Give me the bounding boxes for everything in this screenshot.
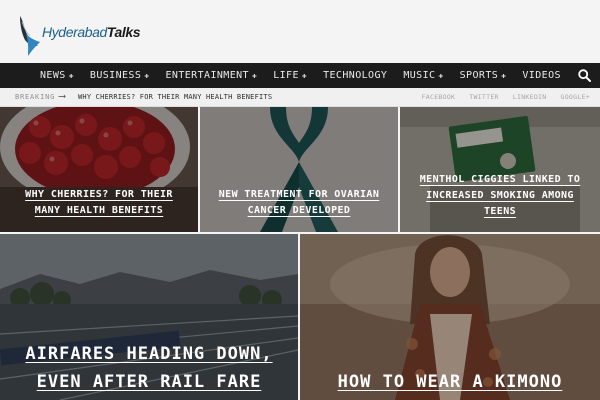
article-title[interactable]: AIRFARES HEADING DOWN, EVEN AFTER RAIL F… xyxy=(12,340,286,396)
social-link-linkedin[interactable]: LINKEDIN xyxy=(513,93,547,101)
article-title-text: MENTHOL CIGGIES LINKED TO INCREASED SMOK… xyxy=(419,174,581,217)
nav-item-music[interactable]: MUSIC ✚ xyxy=(403,70,443,81)
site-wordmark: HyderabadTalks xyxy=(42,24,141,40)
article-title-text: HOW TO WEAR A KIMONO xyxy=(337,372,563,392)
nav-item-label: SPORTS xyxy=(459,70,499,81)
featured-article-card-large[interactable]: AIRFARES HEADING DOWN, EVEN AFTER RAIL F… xyxy=(0,234,298,400)
wordmark-part-2: Talks xyxy=(106,24,141,40)
article-title[interactable]: HOW TO WEAR A KIMONO xyxy=(310,368,590,396)
article-title-text: AIRFARES HEADING DOWN, EVEN AFTER RAIL F… xyxy=(25,344,273,392)
featured-article-card[interactable]: NEW TREATMENT FOR OVARIAN CANCER DEVELOP… xyxy=(200,107,398,232)
article-title[interactable]: MENTHOL CIGGIES LINKED TO INCREASED SMOK… xyxy=(410,172,590,220)
wordmark-part-1: Hyderabad xyxy=(42,24,107,40)
plus-icon: ✚ xyxy=(438,71,444,80)
site-header: HyderabadTalks xyxy=(0,0,600,63)
nav-item-label: LIFE xyxy=(273,70,299,81)
article-title-text: WHY CHERRIES? FOR THEIR MANY HEALTH BENE… xyxy=(25,189,173,216)
plus-icon: ✚ xyxy=(251,71,258,80)
nav-item-life[interactable]: LIFE ✚ xyxy=(273,70,307,81)
nav-item-sports[interactable]: SPORTS ✚ xyxy=(460,70,507,81)
nav-item-label: VIDEOS xyxy=(522,70,561,81)
nav-menu: NEWS ✚ BUSINESS ✚ ENTERTAINMENT ✚ LIFE ✚ TEC… xyxy=(40,63,577,88)
article-title-text: NEW TREATMENT FOR OVARIAN CANCER DEVELOP… xyxy=(218,189,380,216)
nav-item-label: MUSIC xyxy=(403,70,436,81)
social-link-twitter[interactable]: TWITTER xyxy=(469,93,499,101)
nav-item-label: ENTERTAINMENT xyxy=(165,70,249,81)
plus-icon: ✚ xyxy=(301,71,308,80)
search-icon[interactable] xyxy=(578,69,591,82)
nav-item-news[interactable]: NEWS ✚ xyxy=(40,70,74,81)
nav-item-label: NEWS xyxy=(40,70,66,81)
nav-item-label: BUSINESS xyxy=(89,70,142,81)
featured-article-card-large[interactable]: HOW TO WEAR A KIMONO xyxy=(300,234,600,400)
site-logo[interactable]: HyderabadTalks xyxy=(16,14,146,58)
plus-icon: ✚ xyxy=(144,71,150,80)
bird-logo-icon xyxy=(20,16,40,56)
breaking-news-bar: BREAKING ⟶ WHY CHERRIES? FOR THEIR MANY … xyxy=(0,88,600,107)
social-link-googleplus[interactable]: GOOGLE+ xyxy=(561,93,591,101)
breaking-headline-link[interactable]: WHY CHERRIES? FOR THEIR MANY HEALTH BENE… xyxy=(78,93,272,101)
main-navigation: NEWS ✚ BUSINESS ✚ ENTERTAINMENT ✚ LIFE ✚ TEC… xyxy=(0,63,600,88)
nav-item-entertainment[interactable]: ENTERTAINMENT ✚ xyxy=(166,70,258,81)
featured-article-card[interactable]: WHY CHERRIES? FOR THEIR MANY HEALTH BENE… xyxy=(0,107,198,232)
social-link-facebook[interactable]: FACEBOOK xyxy=(422,93,456,101)
breaking-label: BREAKING xyxy=(15,93,56,101)
nav-item-technology[interactable]: TECHNOLOGY xyxy=(323,70,387,81)
article-title[interactable]: WHY CHERRIES? FOR THEIR MANY HEALTH BENE… xyxy=(10,187,188,219)
nav-item-label: TECHNOLOGY xyxy=(323,70,388,81)
nav-item-videos[interactable]: VIDEOS xyxy=(522,70,561,81)
social-links: FACEBOOK TWITTER LINKEDIN GOOGLE+ xyxy=(408,93,590,101)
featured-article-card[interactable]: MENTHOL CIGGIES LINKED TO INCREASED SMOK… xyxy=(400,107,600,232)
plus-icon: ✚ xyxy=(68,71,74,80)
arrow-right-icon: ⟶ xyxy=(59,91,66,102)
article-title[interactable]: NEW TREATMENT FOR OVARIAN CANCER DEVELOP… xyxy=(210,187,388,219)
nav-item-business[interactable]: BUSINESS ✚ xyxy=(90,70,150,81)
plus-icon: ✚ xyxy=(501,71,507,80)
